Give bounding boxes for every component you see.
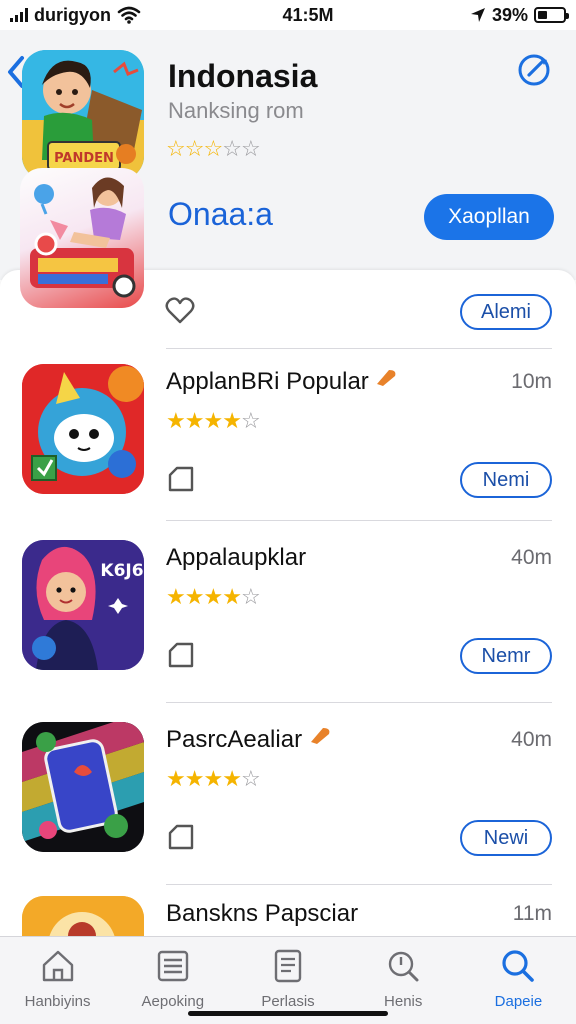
search-outline-icon	[389, 951, 419, 982]
star-icon: ★	[222, 584, 242, 609]
bag-outline-icon[interactable]	[166, 822, 196, 852]
get-button[interactable]: Nemr	[460, 638, 552, 674]
list-item[interactable]: ApplanBRi Popular 10m ★★★★☆ Nemi	[0, 364, 576, 540]
app-size: 11m	[512, 902, 552, 925]
app-icon[interactable]: K6J6	[22, 540, 144, 670]
featured-app-artwork: PANDEN	[22, 50, 144, 180]
app-artwork	[22, 364, 144, 494]
header-open-label: Onaa:a	[168, 196, 273, 232]
app-icon[interactable]	[22, 364, 144, 494]
heart-outline-icon[interactable]	[164, 294, 196, 326]
app-artwork	[22, 896, 144, 938]
tab-label: Dapeie	[494, 993, 543, 1010]
badge-flame-icon	[377, 370, 396, 386]
star-icon: ★	[222, 408, 242, 433]
svg-text:PANDEN: PANDEN	[54, 151, 114, 166]
star-icon: ★	[166, 766, 186, 791]
app-icon[interactable]	[22, 722, 144, 852]
battery-icon	[534, 7, 569, 23]
star-icon: ★	[166, 408, 186, 433]
secondary-app-artwork	[30, 177, 136, 298]
star-icon: ★	[203, 584, 223, 609]
page-subtitle: Nanksing rom	[168, 98, 304, 123]
status-bar: durigyon 41:5M 39%	[0, 0, 576, 30]
get-button[interactable]: Nemi	[460, 462, 552, 498]
star-icon: ☆	[203, 136, 223, 161]
star-icon: ★	[203, 408, 223, 433]
tab-label: Hanbiyins	[24, 993, 91, 1010]
battery-level	[538, 11, 548, 19]
star-icon: ☆	[222, 136, 242, 161]
list-item[interactable]: Banskns Papsciar 11m	[0, 896, 576, 938]
tab-bar: Hanbiyins Aepoking Perlasis Henis Dapeie	[0, 936, 576, 1024]
list-icon	[157, 950, 188, 982]
app-name: ApplanBRi Popular	[166, 368, 397, 396]
bag-outline-icon[interactable]	[166, 464, 196, 494]
rating-stars: ★★★★☆	[166, 766, 261, 792]
app-name: Banskns Papsciar	[166, 900, 359, 927]
carrier-name: durigyon	[34, 4, 111, 25]
home-indicator	[188, 1011, 388, 1016]
list-item[interactable]: PasrcAealiar 40m ★★★★☆ Newi	[0, 722, 576, 898]
star-icon: ★	[184, 408, 205, 433]
star-icon: ☆	[240, 584, 261, 609]
divider	[166, 348, 552, 349]
tab-label: Perlasis	[261, 993, 315, 1010]
app-name: Appalaupklar	[166, 544, 307, 571]
tab-home[interactable]: Hanbiyins	[0, 937, 115, 1024]
get-button[interactable]: Newi	[460, 820, 552, 856]
badge-flame-icon	[310, 728, 330, 744]
star-icon: ★	[184, 584, 205, 609]
app-size: 10m	[511, 370, 552, 393]
tab-search[interactable]: Dapeie	[461, 937, 576, 1024]
star-icon: ☆	[240, 136, 261, 161]
star-icon: ★	[166, 584, 186, 609]
star-icon: ★	[222, 766, 242, 791]
wifi-icon	[117, 6, 141, 24]
tab-label: Henis	[384, 993, 423, 1010]
app-icon[interactable]	[22, 896, 144, 938]
app-list: Alemi ApplanBRi Popular 10m ★★★★☆ Nemi K…	[0, 270, 576, 938]
primary-action-button[interactable]: Xaopllan	[424, 194, 554, 240]
status-right: 39%	[426, 4, 569, 26]
star-icon: ★	[203, 766, 223, 791]
home-icon	[42, 950, 73, 982]
status-left: durigyon	[10, 5, 210, 26]
list-item[interactable]: K6J6 Appalaupklar 40m ★★★★☆ Nemr	[0, 540, 576, 716]
status-time: 41:5M	[282, 4, 334, 25]
featured-get-button[interactable]: Alemi	[460, 294, 552, 330]
signal-icon	[10, 8, 28, 22]
tab-label: Aepoking	[141, 993, 205, 1010]
app-name: PasrcAealiar	[166, 726, 331, 754]
divider	[166, 702, 552, 703]
bag-outline-icon[interactable]	[166, 640, 196, 670]
star-icon: ☆	[240, 766, 261, 791]
rating-stars: ★★★★☆	[166, 408, 261, 434]
battery-percent: 39%	[491, 4, 528, 25]
divider	[166, 520, 552, 521]
page-title: Indonasia	[168, 58, 318, 94]
location-arrow-icon	[470, 8, 485, 22]
app-artwork	[22, 722, 144, 852]
app-size: 40m	[511, 546, 552, 569]
divider	[166, 884, 552, 885]
header-rating-stars: ☆☆☆☆☆	[166, 136, 261, 162]
star-icon: ★	[184, 766, 205, 791]
featured-app-icon[interactable]: PANDEN	[22, 50, 144, 180]
star-icon: ☆	[240, 408, 261, 433]
app-size: 40m	[511, 728, 552, 751]
rating-stars: ★★★★☆	[166, 584, 261, 610]
search-icon	[502, 950, 535, 982]
svg-text:K6J6: K6J6	[100, 561, 143, 581]
edit-icon[interactable]	[514, 50, 554, 90]
document-icon	[274, 949, 302, 983]
secondary-app-icon[interactable]	[20, 168, 144, 308]
app-artwork: K6J6	[22, 540, 144, 670]
star-icon: ☆	[184, 136, 205, 161]
star-icon: ☆	[166, 136, 186, 161]
